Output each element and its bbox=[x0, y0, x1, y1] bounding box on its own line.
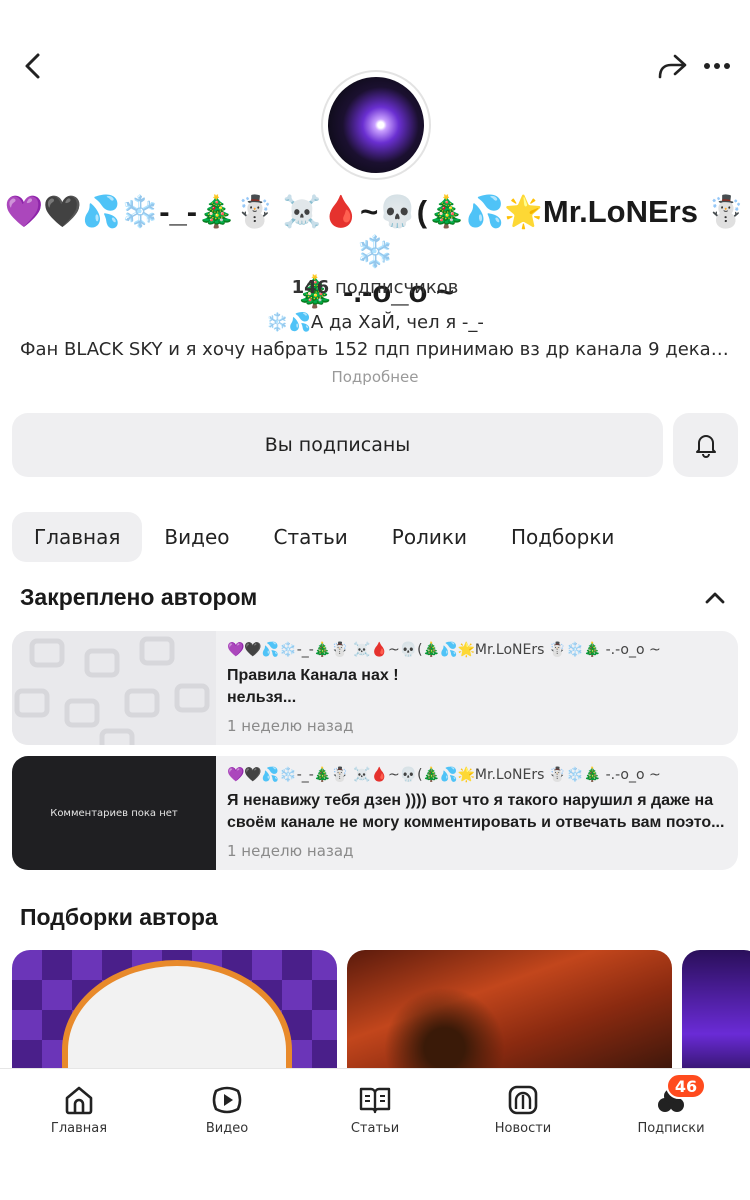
card-author: 💜🖤💦❄️-_-🎄☃️ ☠️🩸~💀(🎄💦🌟Mr.LoNErs ☃️❄️🎄 -.-… bbox=[227, 767, 661, 783]
bell-button[interactable] bbox=[673, 413, 738, 477]
channel-name-line1: 💜🖤💦❄️-_-🎄☃️ ☠️🩸~💀(🎄💦🌟Mr.LoNErs ☃️❄️ bbox=[4, 194, 746, 269]
tab-shorts[interactable]: Ролики bbox=[370, 512, 489, 562]
card-thumbnail bbox=[12, 631, 216, 745]
nav-video[interactable]: Видео bbox=[172, 1083, 282, 1143]
subscribed-button[interactable]: Вы подписаны bbox=[12, 413, 663, 477]
card-time: 1 неделю назад bbox=[227, 842, 354, 860]
subscribers-number: 146 bbox=[291, 277, 330, 298]
nav-home[interactable]: Главная bbox=[24, 1083, 134, 1143]
card-text: Я ненавижу тебя дзен )))) вот что я тако… bbox=[227, 792, 725, 831]
news-icon bbox=[508, 1085, 538, 1115]
subscribers-label: подписчиков bbox=[334, 277, 459, 298]
channel-avatar[interactable] bbox=[321, 70, 431, 180]
book-icon bbox=[359, 1087, 391, 1114]
bio-line-2: Фан BLACK SKY и я хочу набрать 152 пдп п… bbox=[20, 339, 732, 360]
subscriptions-badge: 46 bbox=[666, 1073, 706, 1099]
tab-main[interactable]: Главная bbox=[12, 512, 143, 562]
tab-articles[interactable]: Статьи bbox=[251, 512, 369, 562]
collections-title: Подборки автора bbox=[20, 904, 218, 930]
card-author: 💜🖤💦❄️-_-🎄☃️ ☠️🩸~💀(🎄💦🌟Mr.LoNErs ☃️❄️🎄 -.-… bbox=[227, 642, 661, 658]
bio-line-1: ❄️💦А да ХаЙ, чел я -_- bbox=[266, 312, 484, 333]
share-icon[interactable] bbox=[655, 50, 689, 82]
card-time: 1 неделю назад bbox=[227, 717, 354, 735]
pinned-card[interactable]: Комментариев пока нет 💜🖤💦❄️-_-🎄☃️ ☠️🩸~💀(… bbox=[12, 756, 738, 870]
subscribers-count: 146 подписчиков bbox=[0, 277, 750, 298]
more-options-icon[interactable] bbox=[700, 50, 734, 82]
nav-label: Подписки bbox=[637, 1121, 705, 1136]
bell-icon bbox=[695, 435, 716, 458]
nav-news[interactable]: Новости bbox=[468, 1083, 578, 1143]
nav-articles[interactable]: Статьи bbox=[320, 1083, 430, 1143]
tab-collections[interactable]: Подборки bbox=[489, 512, 636, 562]
nav-label: Статьи bbox=[350, 1121, 400, 1136]
nav-label: Главная bbox=[50, 1121, 108, 1136]
nav-label: Новости bbox=[494, 1121, 552, 1136]
card-text: Правила Канала нах ! нельзя... bbox=[227, 667, 399, 706]
nav-label: Видео bbox=[205, 1121, 249, 1136]
home-icon bbox=[65, 1086, 93, 1115]
back-icon[interactable] bbox=[18, 50, 50, 82]
play-icon bbox=[212, 1086, 242, 1114]
pinned-card[interactable]: 💜🖤💦❄️-_-🎄☃️ ☠️🩸~💀(🎄💦🌟Mr.LoNErs ☃️❄️🎄 -.-… bbox=[12, 631, 738, 745]
bottom-navigation: Главная Видео Статьи Новости Подписки bbox=[0, 1068, 750, 1200]
channel-tabs: Главная Видео Статьи Ролики Подборки bbox=[12, 512, 636, 562]
placeholder-pattern-icon bbox=[14, 636, 210, 745]
chevron-up-icon[interactable] bbox=[700, 586, 730, 610]
pinned-title: Закреплено автором bbox=[20, 584, 258, 610]
tab-video[interactable]: Видео bbox=[142, 512, 251, 562]
card-thumbnail: Комментариев пока нет bbox=[12, 756, 216, 870]
more-link[interactable]: Подробнее bbox=[0, 368, 750, 386]
avatar-image bbox=[328, 77, 424, 173]
